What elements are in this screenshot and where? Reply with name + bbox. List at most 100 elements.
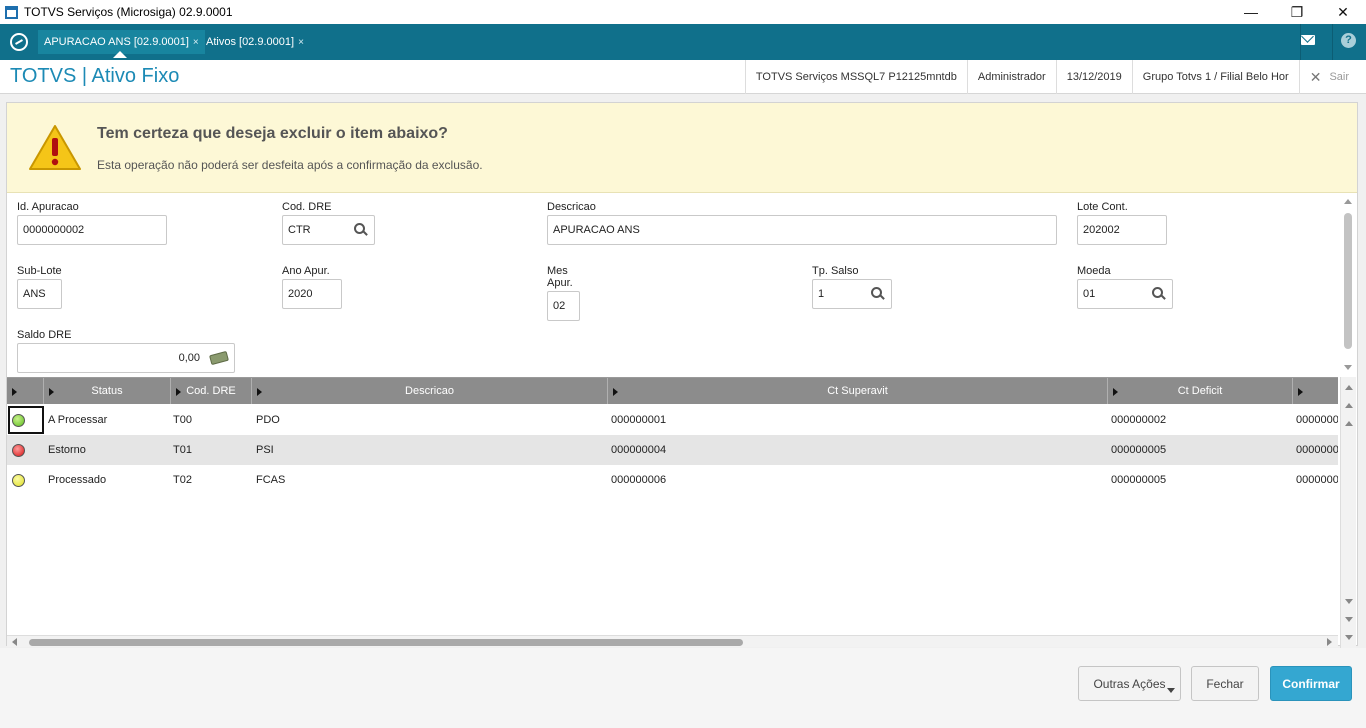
cell-extra: 0000000 — [1296, 474, 1338, 486]
moeda-input[interactable]: 01 — [1077, 279, 1173, 309]
sort-arrow-icon — [176, 388, 181, 396]
grid-col-more[interactable] — [1293, 378, 1338, 404]
sort-arrow-icon — [613, 388, 618, 396]
horizontal-scroll-thumb[interactable] — [29, 639, 743, 646]
search-icon[interactable] — [354, 223, 368, 237]
active-tab-caret — [113, 51, 127, 58]
warning-triangle-icon — [29, 125, 81, 170]
cell-ct-deficit: 000000005 — [1111, 444, 1167, 456]
search-icon[interactable] — [871, 287, 885, 301]
descricao-input[interactable]: APURACAO ANS — [547, 215, 1057, 245]
other-actions-button[interactable]: Outras Ações — [1078, 666, 1181, 701]
scroll-top-icon[interactable] — [1345, 385, 1353, 390]
help-icon[interactable]: ? — [1341, 33, 1356, 48]
grid-col-descricao[interactable]: Descricao — [252, 378, 608, 404]
form-scrollbar[interactable] — [1342, 195, 1354, 375]
field-label: Sub-Lote — [17, 265, 62, 277]
scroll-left-icon[interactable] — [12, 638, 17, 646]
date-info: 13/12/2019 — [1055, 60, 1132, 94]
window-controls: — ❐ ✕ — [1228, 0, 1366, 24]
grid-col-ct-superavit[interactable]: Ct Superavit — [608, 378, 1108, 404]
exit-label: Sair — [1329, 71, 1349, 83]
app-window-icon — [5, 5, 18, 19]
saldo-dre-input[interactable]: 0,00 — [17, 343, 235, 373]
descricao-field: Descricao APURACAO ANS — [547, 201, 1057, 245]
grid-col-cod-dre[interactable]: Cod. DRE — [171, 378, 252, 404]
scroll-right-icon[interactable] — [1327, 638, 1332, 646]
table-row[interactable]: A Processar T00 PDO 000000001 000000002 … — [7, 405, 1338, 435]
tab-close-icon[interactable]: × — [193, 37, 199, 48]
minimize-button[interactable]: — — [1228, 0, 1274, 24]
column-label: Ct Superavit — [827, 385, 888, 397]
module-title: TOTVS | Ativo Fixo — [10, 65, 180, 87]
grid-col-status[interactable]: Status — [44, 378, 171, 404]
search-icon[interactable] — [1152, 287, 1166, 301]
cod-dre-field: Cod. DRE CTR — [282, 201, 375, 245]
grid-vertical-scrollbar[interactable] — [1340, 377, 1356, 649]
scroll-up-icon[interactable] — [1345, 421, 1353, 426]
tab-label: APURACAO ANS [02.9.0001] — [44, 36, 189, 48]
table-row[interactable]: Processado T02 FCAS 000000006 000000005 … — [7, 465, 1338, 495]
window-titlebar: TOTVS Serviços (Microsiga) 02.9.0001 — ❐… — [0, 0, 1366, 24]
cell-status: A Processar — [48, 414, 108, 426]
tp-salso-input[interactable]: 1 — [812, 279, 892, 309]
cell-ct-superavit: 000000006 — [611, 474, 667, 486]
lote-cont-field: Lote Cont. 202002 — [1077, 201, 1167, 245]
field-value: 1 — [818, 288, 825, 300]
cell-cod-dre: T01 — [173, 444, 192, 456]
ano-apur-input[interactable]: 2020 — [282, 279, 342, 309]
field-value: 01 — [1083, 288, 1096, 300]
confirm-button[interactable]: Confirmar — [1270, 666, 1352, 701]
tab-ativos[interactable]: Ativos [02.9.0001] × — [200, 30, 310, 54]
restore-button[interactable]: ❐ — [1274, 0, 1320, 24]
ano-apur-field: Ano Apur. 2020 — [282, 265, 342, 309]
totvs-logo-icon[interactable] — [10, 33, 28, 51]
scroll-bottom-icon[interactable] — [1345, 635, 1353, 640]
scroll-down-icon[interactable] — [1344, 365, 1352, 370]
field-value: 0,00 — [178, 352, 200, 364]
moeda-field: Moeda 01 — [1077, 265, 1173, 309]
sort-arrow-icon — [49, 388, 54, 396]
scroll-page-up-icon[interactable] — [1345, 403, 1353, 408]
sub-lote-input[interactable]: ANS — [17, 279, 62, 309]
scroll-page-down-icon[interactable] — [1345, 617, 1353, 622]
exit-button[interactable]: ✕ Sair — [1298, 60, 1366, 94]
column-label: Descricao — [405, 385, 454, 397]
close-button[interactable]: Fechar — [1191, 666, 1259, 701]
scroll-up-icon[interactable] — [1344, 199, 1352, 204]
form-scroll-thumb[interactable] — [1344, 213, 1352, 349]
field-value: CTR — [288, 224, 311, 236]
saldo-dre-field: Saldo DRE 0,00 — [17, 329, 235, 373]
cell-descricao: FCAS — [256, 474, 286, 486]
mail-icon[interactable] — [1301, 35, 1315, 45]
mes-apur-input[interactable]: 02 — [547, 291, 580, 321]
cell-extra: 0000000 — [1296, 414, 1338, 426]
grid-col-ct-deficit[interactable]: Ct Deficit — [1108, 378, 1293, 404]
grid-col-indicator[interactable] — [7, 378, 44, 404]
sort-arrow-icon — [1113, 388, 1118, 396]
window-title: TOTVS Serviços (Microsiga) 02.9.0001 — [24, 5, 233, 19]
cell-ct-superavit: 000000004 — [611, 444, 667, 456]
field-label: Tp. Salso — [812, 265, 859, 277]
cell-cod-dre: T00 — [173, 414, 192, 426]
grid-horizontal-scrollbar[interactable] — [7, 635, 1338, 647]
module-header: TOTVS | Ativo Fixo TOTVS Serviços MSSQL7… — [0, 60, 1366, 94]
cod-dre-input[interactable]: CTR — [282, 215, 375, 245]
sort-arrow-icon — [12, 388, 17, 396]
lote-cont-input[interactable]: 202002 — [1077, 215, 1167, 245]
field-label: Cod. DRE — [282, 201, 332, 213]
money-icon[interactable] — [209, 350, 229, 366]
table-row[interactable]: Estorno T01 PSI 000000004 000000005 0000… — [7, 435, 1338, 465]
field-label: Id. Apuracao — [17, 201, 79, 213]
field-label: Saldo DRE — [17, 329, 72, 341]
id-apuracao-input[interactable]: 0000000002 — [17, 215, 167, 245]
tab-close-icon[interactable]: × — [298, 37, 304, 48]
cell-status: Estorno — [48, 444, 86, 456]
close-window-button[interactable]: ✕ — [1320, 0, 1366, 24]
chevron-down-icon — [1167, 688, 1175, 693]
field-label: Mes Apur. — [547, 265, 573, 289]
warning-subtitle: Esta operação não poderá ser desfeita ap… — [97, 158, 483, 172]
column-label: Status — [91, 385, 123, 397]
cell-cod-dre: T02 — [173, 474, 192, 486]
scroll-down-icon[interactable] — [1345, 599, 1353, 604]
